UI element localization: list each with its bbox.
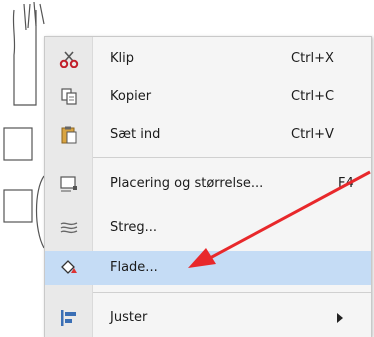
menu-item-cut[interactable]: Klip Ctrl+X bbox=[45, 42, 371, 76]
menu-item-label: Sæt ind bbox=[110, 127, 161, 142]
copy-icon bbox=[59, 88, 79, 106]
menu-item-shortcut: Ctrl+C bbox=[291, 89, 335, 104]
menu-item-label: Juster bbox=[110, 310, 148, 325]
menu-separator bbox=[93, 292, 371, 293]
context-menu: Klip Ctrl+X Kopier Ctrl+C Sæt ind Ctrl+V bbox=[44, 36, 372, 337]
area-fill-icon bbox=[59, 259, 79, 277]
menu-item-position-size[interactable]: Placering og størrelse... F4 bbox=[45, 167, 371, 201]
paste-icon bbox=[59, 126, 79, 144]
menu-item-label: Streg... bbox=[110, 220, 158, 235]
menu-item-label: Flade... bbox=[110, 260, 158, 275]
scissors-icon bbox=[59, 50, 79, 69]
submenu-arrow-icon bbox=[337, 313, 343, 323]
menu-item-area[interactable]: Flade... bbox=[45, 251, 371, 285]
menu-item-label: Kopier bbox=[110, 89, 152, 104]
menu-item-paste[interactable]: Sæt ind Ctrl+V bbox=[45, 118, 371, 152]
menu-item-label: Klip bbox=[110, 51, 135, 66]
line-icon bbox=[59, 219, 79, 237]
menu-item-copy[interactable]: Kopier Ctrl+C bbox=[45, 80, 371, 114]
menu-item-align[interactable]: Juster bbox=[45, 301, 371, 335]
menu-separator bbox=[93, 157, 371, 158]
menu-item-label: Placering og størrelse... bbox=[110, 176, 264, 191]
menu-item-shortcut: F4 bbox=[338, 176, 354, 191]
menu-item-line[interactable]: Streg... bbox=[45, 211, 371, 245]
align-icon bbox=[59, 309, 79, 327]
menu-item-shortcut: Ctrl+X bbox=[291, 51, 334, 66]
position-size-icon bbox=[59, 175, 79, 193]
menu-item-shortcut: Ctrl+V bbox=[291, 127, 334, 142]
